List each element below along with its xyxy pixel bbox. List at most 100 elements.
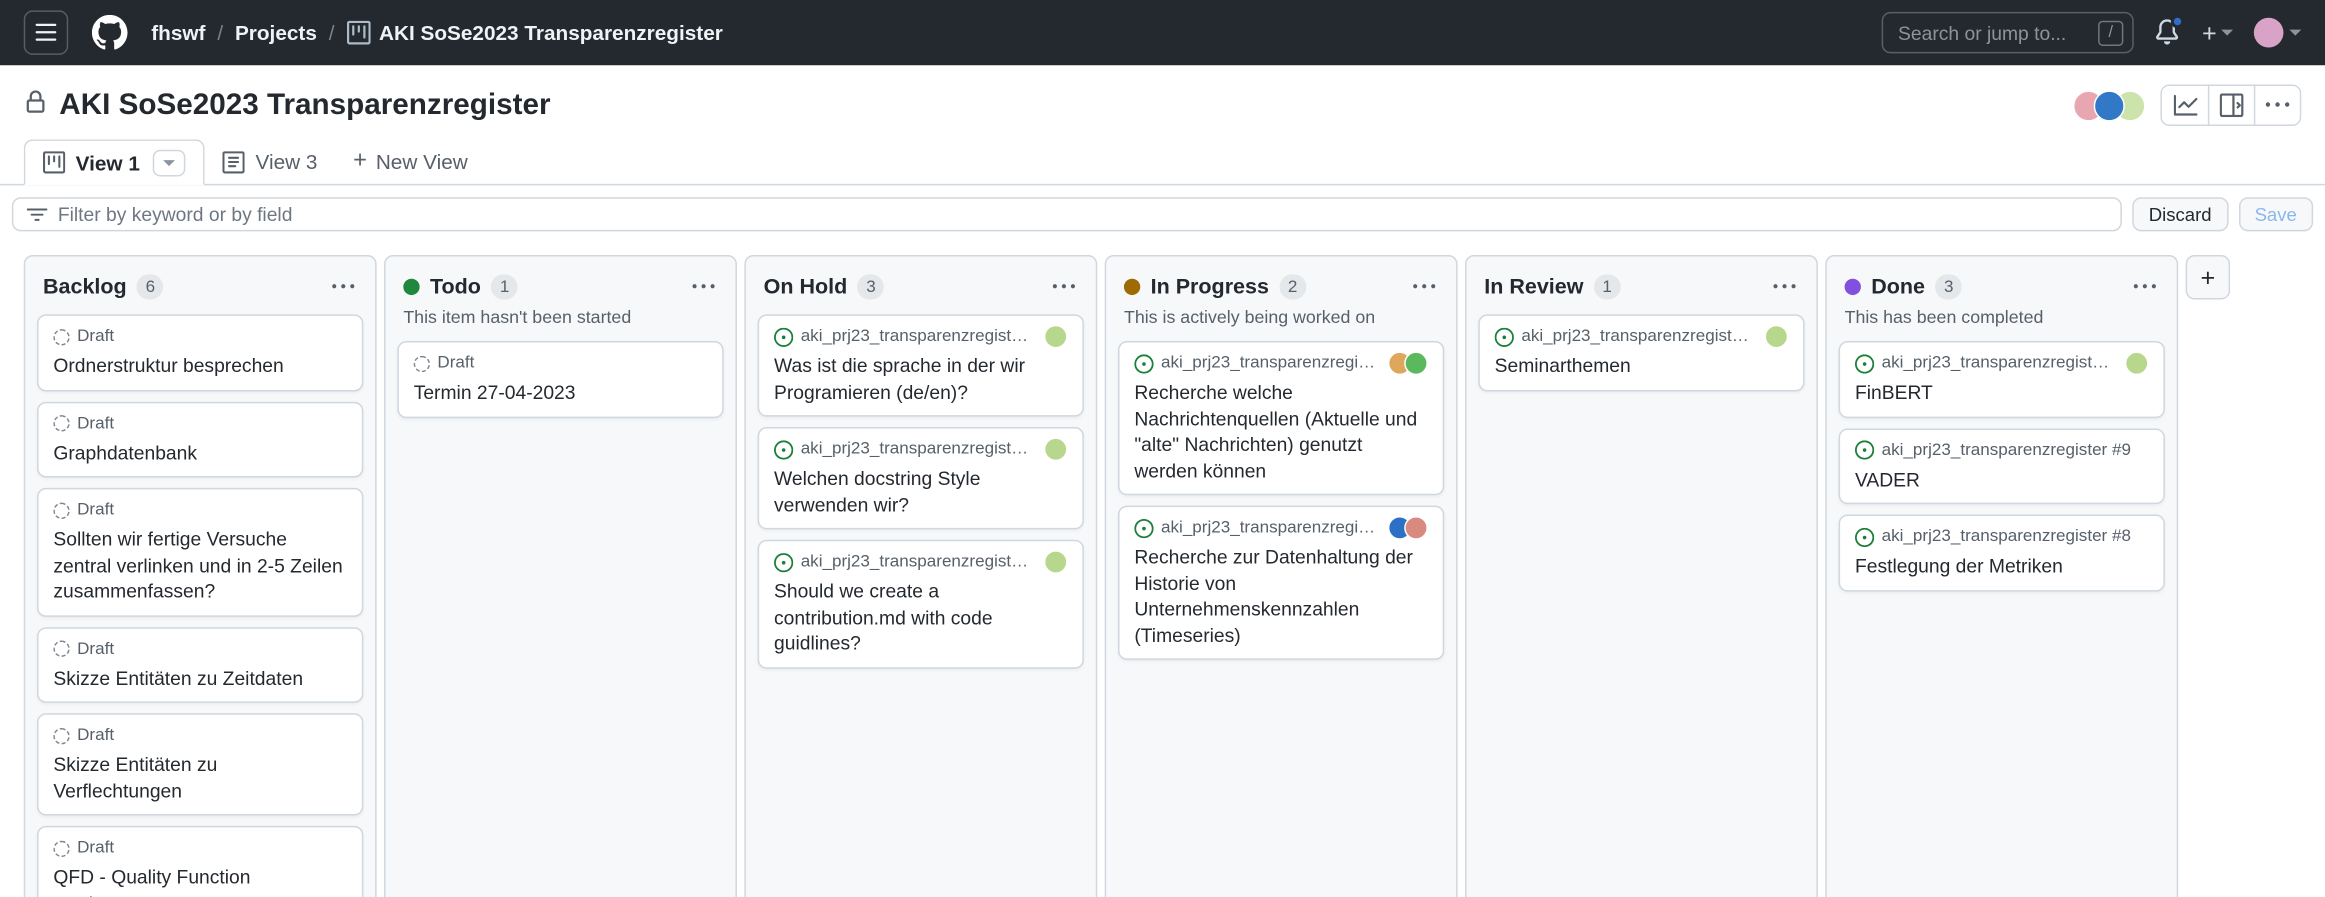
card-title[interactable]: Ordnerstruktur besprechen	[53, 353, 347, 379]
user-menu-button[interactable]	[2254, 18, 2301, 48]
card-meta-row: Draft	[53, 837, 347, 861]
column-menu-button[interactable]	[1410, 273, 1438, 301]
board-card[interactable]: Draft QFD - Quality Function Deployment	[37, 826, 363, 897]
board-card[interactable]: aki_prj23_transparenzregister #11 Was is…	[758, 314, 1084, 416]
card-title[interactable]: QFD - Quality Function Deployment	[53, 865, 347, 897]
notifications-button[interactable]	[2155, 19, 2182, 46]
tab-view-3[interactable]: View 3	[205, 139, 335, 183]
tab-view-1-menu-button[interactable]	[153, 149, 186, 176]
card-title[interactable]: Should we create a contribution.md with …	[774, 579, 1068, 657]
discard-button[interactable]: Discard	[2132, 197, 2227, 231]
assignee-avatar[interactable]	[1404, 351, 1428, 375]
lock-icon	[24, 90, 48, 121]
card-title[interactable]: Welchen docstring Style verwenden wir?	[774, 466, 1068, 518]
column-menu-button[interactable]	[329, 273, 357, 301]
chevron-down-icon	[164, 159, 176, 165]
column-cards: aki_prj23_transparenzregister #10 Semina…	[1466, 304, 1816, 403]
card-title[interactable]: Termin 27-04-2023	[414, 380, 708, 406]
column-menu-button[interactable]	[689, 273, 717, 301]
column-menu-button[interactable]	[1050, 273, 1078, 301]
project-menu-button[interactable]	[2254, 86, 2300, 125]
board-column: In Progress 2 This is actively being wor…	[1105, 255, 1458, 897]
assignee-avatar[interactable]	[1404, 516, 1428, 540]
card-title[interactable]: Recherche welche Nachrichtenquellen (Akt…	[1134, 380, 1428, 484]
column-cards: Draft Termin 27-04-2023	[386, 331, 736, 430]
card-title[interactable]: Graphdatenbank	[53, 440, 347, 466]
board-card[interactable]: aki_prj23_transparenzregister #9 VADER	[1839, 428, 2165, 504]
save-button[interactable]: Save	[2238, 197, 2313, 231]
board-card[interactable]: aki_prj23_transparenzregister #8 Festleg…	[1839, 515, 2165, 591]
card-title[interactable]: Skizze Entitäten zu Zeitdaten	[53, 665, 347, 691]
column-count-badge: 1	[1594, 274, 1621, 299]
global-search[interactable]: /	[1882, 12, 2134, 54]
board-card[interactable]: aki_prj23_transparenzregister #10 Semina…	[1478, 314, 1804, 390]
column-menu-button[interactable]	[2131, 273, 2159, 301]
board-card[interactable]: Draft Sollten wir fertige Versuche zentr…	[37, 488, 363, 616]
column-cards: aki_prj23_transparenzregister #5 FinBERT…	[1827, 331, 2177, 603]
assignee-avatar[interactable]	[1765, 325, 1789, 349]
hamburger-menu-button[interactable]	[24, 10, 68, 54]
add-column-button[interactable]: +	[2186, 255, 2230, 299]
card-title[interactable]: Festlegung der Metriken	[1855, 553, 2149, 579]
new-view-button[interactable]: + New View	[335, 139, 485, 183]
column-header: On Hold 3	[746, 257, 1096, 304]
board-card[interactable]: Draft Graphdatenbank	[37, 401, 363, 477]
create-new-button[interactable]: +	[2202, 20, 2233, 45]
plus-icon: +	[2202, 20, 2217, 45]
card-avatars	[2125, 351, 2149, 375]
card-meta: aki_prj23_transparenzregister #7	[801, 441, 1037, 459]
card-meta-row: aki_prj23_transparenzregister #9	[1855, 438, 2149, 462]
board-card[interactable]: Draft Ordnerstruktur besprechen	[37, 314, 363, 390]
filter-input[interactable]	[58, 203, 2107, 225]
column-count-badge: 6	[137, 274, 164, 299]
member-avatar-stack[interactable]	[2073, 90, 2146, 121]
column-title: Done	[1871, 275, 1925, 299]
board-card[interactable]: Draft Skizze Entitäten zu Zeitdaten	[37, 627, 363, 703]
card-title[interactable]: Seminarthemen	[1495, 353, 1789, 379]
board-card[interactable]: Draft Termin 27-04-2023	[397, 341, 723, 417]
column-header: Todo 1	[386, 257, 736, 304]
insights-button[interactable]	[2162, 86, 2208, 125]
board-card[interactable]: aki_prj23_transparenzregister #7 Welchen…	[758, 427, 1084, 529]
card-meta: aki_prj23_transparenzregister #9	[1882, 441, 2131, 459]
board-card[interactable]: Draft Skizze Entitäten zu Verflechtungen	[37, 714, 363, 816]
assignee-avatar[interactable]	[1044, 438, 1068, 462]
issue-open-icon	[1855, 527, 1874, 546]
column-status-dot	[403, 279, 419, 295]
card-title[interactable]: Skizze Entitäten zu Verflechtungen	[53, 752, 347, 804]
board-card[interactable]: aki_prj23_transparenzregister #2 Recherc…	[1118, 506, 1444, 660]
unread-notification-dot	[2171, 15, 2184, 28]
kebab-horizontal-icon	[1773, 276, 1795, 298]
card-title[interactable]: Sollten wir fertige Versuche zentral ver…	[53, 527, 347, 605]
assignee-avatar[interactable]	[1044, 550, 1068, 574]
github-logo[interactable]	[86, 9, 133, 56]
card-title[interactable]: Was ist die sprache in der wir Programie…	[774, 353, 1068, 405]
card-avatars	[1765, 325, 1789, 349]
breadcrumb-project[interactable]: AKI SoSe2023 Transparenzregister	[379, 21, 723, 45]
assignee-avatar[interactable]	[2125, 351, 2149, 375]
graph-icon	[2173, 93, 2197, 117]
card-meta: aki_prj23_transparenzregister #12	[801, 553, 1037, 571]
header-actions: / +	[1882, 12, 2302, 54]
card-meta: Draft	[77, 640, 114, 658]
board: Backlog 6 Draft Ordnerstruktur bespreche…	[0, 231, 2325, 897]
column-menu-button[interactable]	[1770, 273, 1798, 301]
assignee-avatar[interactable]	[1044, 325, 1068, 349]
board-card[interactable]: aki_prj23_transparenzregister #12 Should…	[758, 540, 1084, 668]
project-icon	[346, 21, 370, 45]
tab-view-1[interactable]: View 1	[24, 139, 205, 185]
side-panel-button[interactable]	[2208, 86, 2254, 125]
draft-issue-icon	[53, 328, 69, 344]
card-title[interactable]: VADER	[1855, 466, 2149, 492]
card-meta: Draft	[77, 501, 114, 519]
board-card[interactable]: aki_prj23_transparenzregister #3 Recherc…	[1118, 341, 1444, 495]
breadcrumb-org[interactable]: fhswf	[151, 21, 205, 45]
search-input[interactable]	[1898, 22, 2089, 44]
breadcrumb-projects[interactable]: Projects	[235, 21, 317, 45]
card-meta-row: Draft	[414, 351, 708, 375]
filter-field[interactable]	[12, 197, 2122, 231]
card-title[interactable]: Recherche zur Datenhaltung der Historie …	[1134, 544, 1428, 648]
board-card[interactable]: aki_prj23_transparenzregister #5 FinBERT	[1839, 341, 2165, 417]
card-title[interactable]: FinBERT	[1855, 380, 2149, 406]
breadcrumb: fhswf / Projects / AKI SoSe2023 Transpar…	[151, 21, 723, 45]
